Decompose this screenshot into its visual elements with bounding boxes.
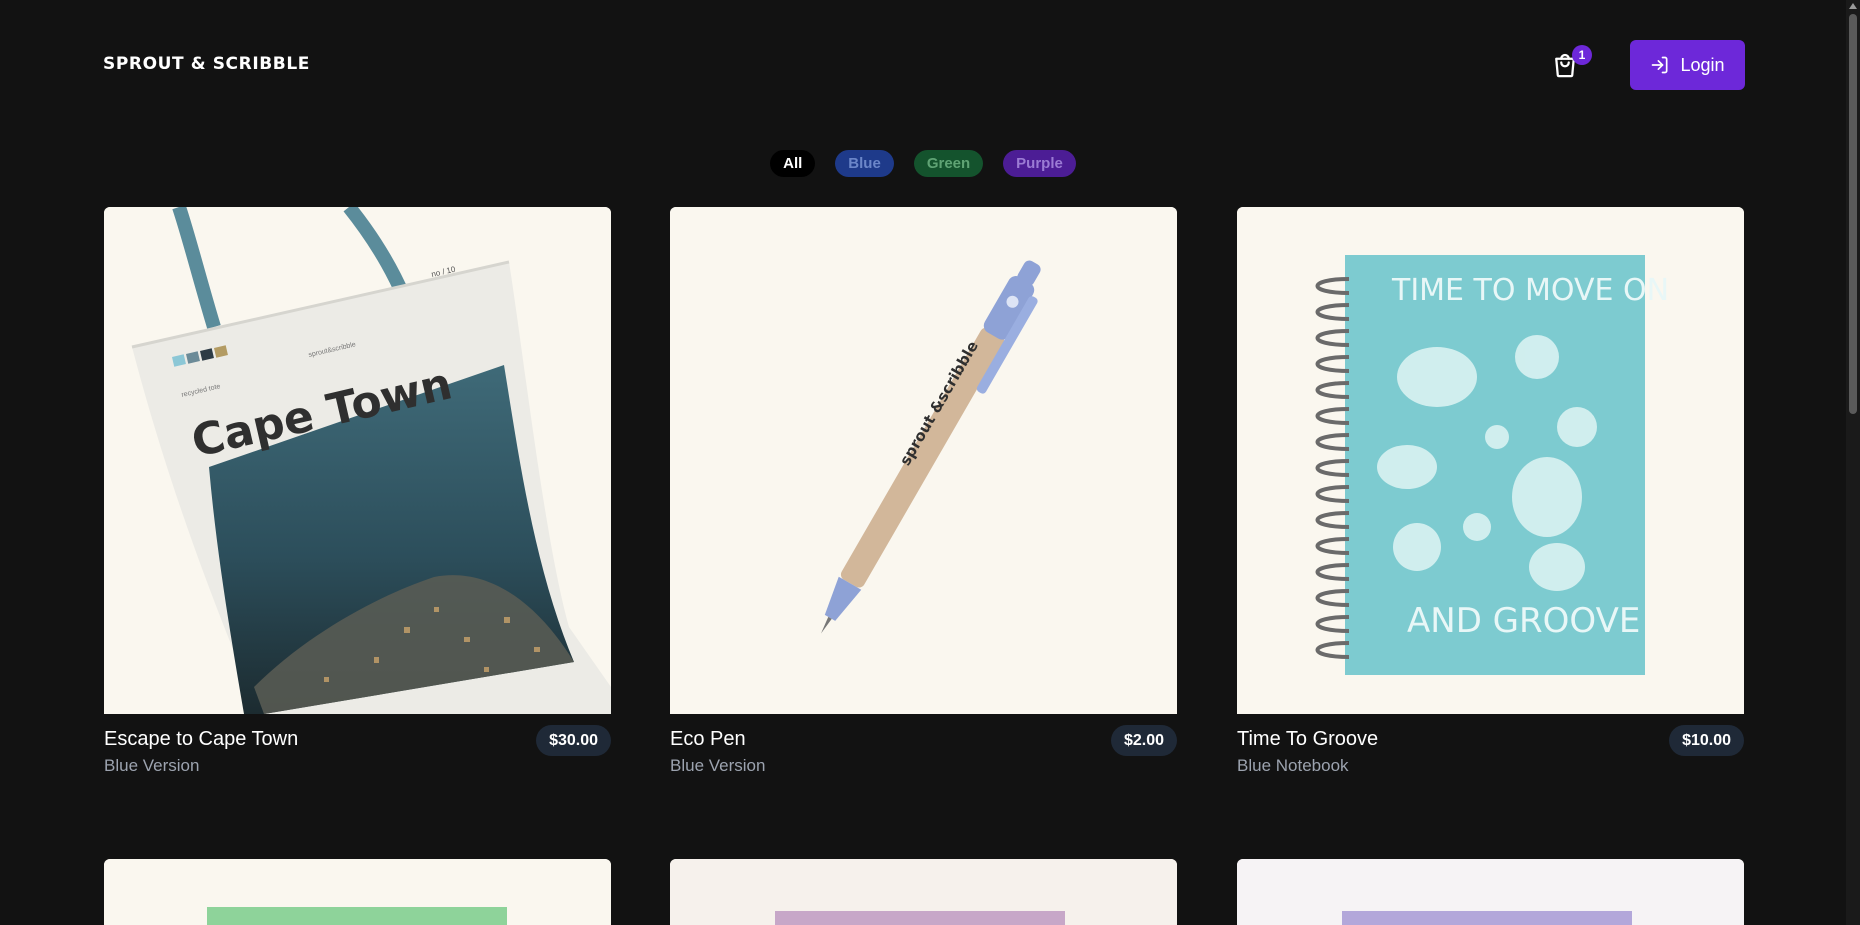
scrollbar-thumb[interactable] <box>1849 14 1857 414</box>
filter-chip-blue[interactable]: Blue <box>835 150 894 177</box>
notebook-bottom-text: AND GROOVE <box>1407 601 1640 641</box>
product-image-partial <box>1237 859 1744 925</box>
product-image[interactable]: TIME TO MOVE ON AND GROOVE <box>1237 207 1744 714</box>
pen-illustration: sprout &scribble <box>670 207 1177 714</box>
tote-bag-illustration: recycled tote sprout&scribble no / 10 Ca… <box>104 207 611 714</box>
cart-button[interactable]: 1 <box>1548 44 1592 84</box>
product-variant: Blue Notebook <box>1237 756 1349 775</box>
color-filter-bar: All Blue Green Purple <box>0 150 1846 178</box>
product-image[interactable] <box>1237 859 1744 925</box>
login-label: Login <box>1680 54 1725 75</box>
brand-logo[interactable]: SPROUT & SCRIBBLE <box>103 54 310 74</box>
product-variant: Blue Version <box>670 756 766 775</box>
product-title[interactable]: Escape to Cape Town <box>104 728 298 751</box>
filter-chip-all[interactable]: All <box>770 150 816 177</box>
scroll-up-arrow-icon[interactable] <box>1849 3 1857 9</box>
page-scrollbar[interactable] <box>1846 0 1860 925</box>
price-badge: $30.00 <box>536 725 611 756</box>
product-variant: Blue Version <box>104 756 200 775</box>
price-badge: $2.00 <box>1110 725 1177 756</box>
login-button[interactable]: Login <box>1630 40 1745 90</box>
notebook-top-text: TIME TO MOVE ON <box>1391 273 1669 308</box>
cart-count-badge: 1 <box>1572 45 1592 65</box>
notebook-illustration: TIME TO MOVE ON AND GROOVE <box>1237 207 1744 714</box>
price-badge: $10.00 <box>1669 725 1744 756</box>
product-image[interactable] <box>104 859 611 925</box>
filter-chip-green[interactable]: Green <box>913 150 984 177</box>
filter-chip-purple[interactable]: Purple <box>1003 150 1076 177</box>
login-icon <box>1652 56 1668 74</box>
product-image[interactable] <box>670 859 1177 925</box>
product-image-partial <box>104 859 611 925</box>
product-image-partial <box>670 859 1177 925</box>
product-title[interactable]: Time To Groove <box>1237 728 1378 751</box>
site-header: SPROUT & SCRIBBLE 1 Login <box>0 0 1846 130</box>
product-title[interactable]: Eco Pen <box>670 728 746 751</box>
product-image[interactable]: sprout &scribble <box>670 207 1177 714</box>
product-image[interactable]: recycled tote sprout&scribble no / 10 Ca… <box>104 207 611 714</box>
